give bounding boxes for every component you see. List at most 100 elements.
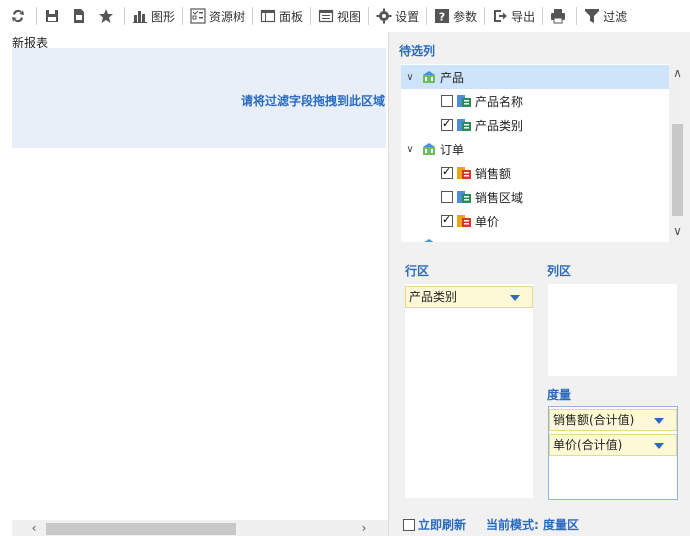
tree-item-label: 产品名称 [475,94,524,109]
rows-title: 行区 [405,264,430,278]
filter-drop-zone[interactable]: 请将过滤字段拖拽到此区域 [12,48,386,148]
gear-icon [376,8,392,24]
checkbox[interactable] [441,95,453,107]
print-button[interactable] [546,4,573,28]
scrollbar-thumb[interactable] [672,124,683,216]
dropdown-arrow-icon[interactable] [654,443,664,449]
toolbar-separator [542,7,544,25]
columns-zone[interactable] [548,284,677,376]
tree-item-unit-price[interactable]: 单价 [401,209,669,233]
filter-button[interactable]: 过滤 [580,4,631,28]
refresh-icon [10,8,26,24]
tree-group-product[interactable]: ∨ 产品 [401,65,669,89]
printer-icon [550,8,566,24]
save-button[interactable] [40,4,67,28]
candidates-title: 待选列 [399,44,436,58]
toolbar-separator [484,7,486,25]
row-field-label: 产品类别 [409,290,458,304]
dropdown-arrow-icon[interactable] [654,418,664,424]
svg-text:?: ? [439,11,445,24]
tree-vertical-scrollbar[interactable]: ∧ ∨ [669,64,686,242]
view-label: 视图 [337,9,362,24]
checkbox-checked[interactable] [441,213,453,227]
measure-field-chip[interactable]: 销售额(合计值) [549,409,677,431]
drop-hint: 请将过滤字段拖拽到此区域 [240,94,385,108]
measures-zone[interactable]: 销售额(合计值) 单价(合计值) [548,406,678,500]
view-icon [318,8,334,24]
toolbar-separator [182,7,184,25]
tree-item-label: 产品 [440,70,465,85]
dropdown-arrow-icon[interactable] [510,295,520,301]
tree-item-sales-region[interactable]: 销售区域 [401,185,669,209]
measure-field-icon [456,213,472,229]
columns-title: 列区 [547,264,572,278]
tree-group-partial[interactable]: ∨ [401,233,669,242]
save-as-button[interactable] [67,4,94,28]
rows-zone[interactable]: 产品类别 [405,284,533,498]
toolbar-separator [310,7,312,25]
tree-item-label: 销售区域 [475,190,524,205]
panel-label: 面板 [279,9,304,24]
chevron-down-icon[interactable]: ∨ [403,72,417,83]
dimension-field-icon [456,117,472,133]
auto-refresh-label[interactable]: 立即刷新 [418,516,466,533]
bar-chart-icon [132,8,148,24]
toolbar-separator [124,7,125,25]
chevron-down-icon[interactable]: ∨ [403,144,417,155]
toolbar-separator [36,7,37,25]
toolbar-separator [576,7,578,25]
tree-group-order[interactable]: ∨ 订单 [401,137,669,161]
field-panel: 待选列 ∨ 产品 产品名称 产品类别 [388,32,690,536]
auto-refresh-checkbox[interactable] [403,518,415,531]
checkbox[interactable] [441,191,453,203]
params-button[interactable]: ? 参数 [430,4,481,28]
measures-title: 度量 [547,388,572,402]
star-icon [98,8,114,24]
scrollbar-thumb[interactable] [46,523,236,535]
toolbar-separator [426,7,428,25]
measure-field-chip[interactable]: 单价(合计值) [549,434,677,456]
toolbar: 图形 资源树 面板 视图 设置 ? 参数 导出 过滤 [0,0,690,32]
resource-tree-label: 资源树 [209,9,246,24]
chevron-down-icon[interactable]: ∨ [403,240,417,243]
scroll-right-icon[interactable]: › [356,520,372,536]
row-field-chip[interactable]: 产品类别 [405,286,533,308]
panel-footer: 立即刷新 当前模式: 度量区 [403,516,579,533]
panel-icon [260,8,276,24]
settings-button[interactable]: 设置 [372,4,423,28]
checkbox-checked[interactable] [441,117,453,131]
tree-item-product-name[interactable]: 产品名称 [401,89,669,113]
scroll-left-icon[interactable]: ‹ [26,520,42,536]
filter-icon [584,8,600,24]
panel-button[interactable]: 面板 [256,4,307,28]
measure-field-icon [456,165,472,181]
candidate-tree: ∨ 产品 产品名称 产品类别 ∨ [401,64,669,242]
tree-item-product-category[interactable]: 产品类别 [401,113,669,137]
export-label: 导出 [511,9,536,24]
filter-label: 过滤 [603,9,628,24]
current-mode-label: 当前模式: 度量区 [486,518,579,532]
checkbox-checked[interactable] [441,165,453,179]
export-button[interactable]: 导出 [488,4,539,28]
scroll-up-icon[interactable]: ∧ [669,66,686,80]
horizontal-scrollbar[interactable]: ‹ › [12,520,388,536]
dimension-field-icon [456,189,472,205]
save-as-icon [71,8,87,24]
question-icon: ? [434,8,450,24]
tree-item-sales-amount[interactable]: 销售额 [401,161,669,185]
params-label: 参数 [453,9,478,24]
scroll-down-icon[interactable]: ∨ [669,224,686,238]
favorite-button[interactable] [94,4,121,28]
export-icon [492,8,508,24]
resource-tree-icon [190,8,206,24]
resource-tree-button[interactable]: 资源树 [186,4,249,28]
refresh-button[interactable] [6,4,33,28]
chart-button[interactable]: 图形 [128,4,179,28]
toolbar-separator [368,7,370,25]
table-icon [421,237,437,242]
view-button[interactable]: 视图 [314,4,365,28]
dimension-field-icon [456,93,472,109]
save-icon [44,8,60,24]
table-icon [421,141,437,157]
tree-item-label: 单价 [475,214,500,229]
